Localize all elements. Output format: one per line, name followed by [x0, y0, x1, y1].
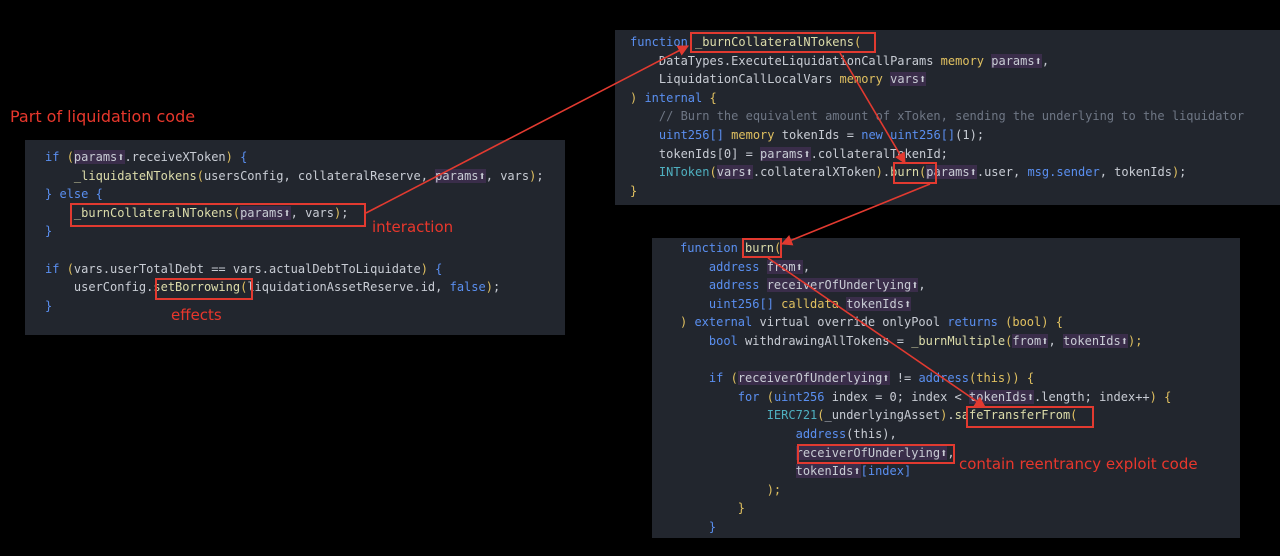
arrow-to-burn-collateral: [365, 45, 689, 214]
flow-arrows: [365, 45, 986, 408]
arrow-to-burn-call: [839, 52, 906, 164]
arrow-to-burn-def: [780, 183, 931, 246]
arrow-to-safe-transfer: [767, 257, 986, 408]
